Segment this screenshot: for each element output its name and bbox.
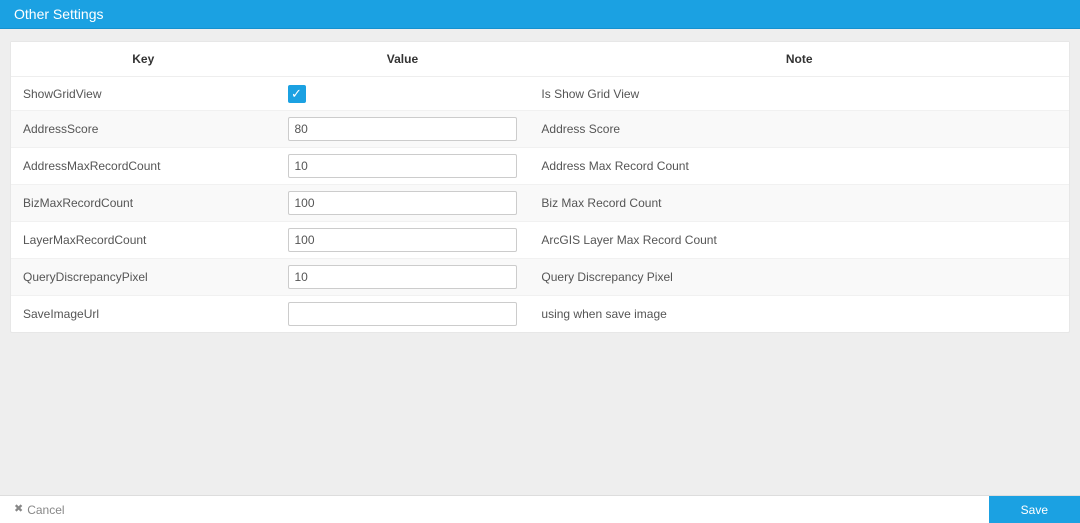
table-row: BizMaxRecordCount Biz Max Record Count bbox=[11, 185, 1069, 222]
checkbox-input[interactable]: ✓ bbox=[288, 85, 306, 103]
page-title: Other Settings bbox=[14, 6, 104, 22]
text-input[interactable] bbox=[288, 117, 518, 141]
save-label: Save bbox=[1021, 503, 1048, 517]
setting-note: using when save image bbox=[529, 296, 1069, 333]
content-area: Key Value Note ShowGridView ✓ Is Show Grid… bbox=[0, 29, 1080, 345]
setting-key: QueryDiscrepancyPixel bbox=[11, 259, 276, 296]
setting-key: LayerMaxRecordCount bbox=[11, 222, 276, 259]
cancel-label: Cancel bbox=[27, 503, 64, 517]
setting-value-cell: ✓ bbox=[276, 77, 530, 111]
text-input[interactable] bbox=[288, 302, 518, 326]
setting-key: AddressMaxRecordCount bbox=[11, 148, 276, 185]
text-input[interactable] bbox=[288, 228, 518, 252]
setting-value-cell bbox=[276, 296, 530, 333]
setting-value-cell bbox=[276, 111, 530, 148]
footer-bar: ✖ Cancel Save bbox=[0, 495, 1080, 523]
setting-note: Query Discrepancy Pixel bbox=[529, 259, 1069, 296]
text-input[interactable] bbox=[288, 265, 518, 289]
table-row: QueryDiscrepancyPixel Query Discrepancy P… bbox=[11, 259, 1069, 296]
setting-value-cell bbox=[276, 148, 530, 185]
cancel-button[interactable]: ✖ Cancel bbox=[0, 496, 79, 523]
setting-value-cell bbox=[276, 259, 530, 296]
setting-note: Address Score bbox=[529, 111, 1069, 148]
settings-table: Key Value Note ShowGridView ✓ Is Show Grid… bbox=[11, 42, 1069, 332]
close-icon: ✖ bbox=[14, 504, 23, 515]
setting-key: ShowGridView bbox=[11, 77, 276, 111]
header-value: Value bbox=[276, 42, 530, 77]
setting-key: AddressScore bbox=[11, 111, 276, 148]
setting-note: Address Max Record Count bbox=[529, 148, 1069, 185]
page-header: Other Settings bbox=[0, 0, 1080, 29]
save-button[interactable]: Save bbox=[989, 496, 1080, 523]
table-header-row: Key Value Note bbox=[11, 42, 1069, 77]
setting-value-cell bbox=[276, 185, 530, 222]
table-row: SaveImageUrl using when save image bbox=[11, 296, 1069, 333]
text-input[interactable] bbox=[288, 154, 518, 178]
setting-note: ArcGIS Layer Max Record Count bbox=[529, 222, 1069, 259]
table-row: AddressMaxRecordCount Address Max Record … bbox=[11, 148, 1069, 185]
table-row: ShowGridView ✓ Is Show Grid View bbox=[11, 77, 1069, 111]
setting-note: Biz Max Record Count bbox=[529, 185, 1069, 222]
setting-note: Is Show Grid View bbox=[529, 77, 1069, 111]
header-note: Note bbox=[529, 42, 1069, 77]
settings-panel: Key Value Note ShowGridView ✓ Is Show Grid… bbox=[10, 41, 1070, 333]
header-key: Key bbox=[11, 42, 276, 77]
setting-key: SaveImageUrl bbox=[11, 296, 276, 333]
setting-key: BizMaxRecordCount bbox=[11, 185, 276, 222]
text-input[interactable] bbox=[288, 191, 518, 215]
table-row: LayerMaxRecordCount ArcGIS Layer Max Reco… bbox=[11, 222, 1069, 259]
table-row: AddressScore Address Score bbox=[11, 111, 1069, 148]
setting-value-cell bbox=[276, 222, 530, 259]
